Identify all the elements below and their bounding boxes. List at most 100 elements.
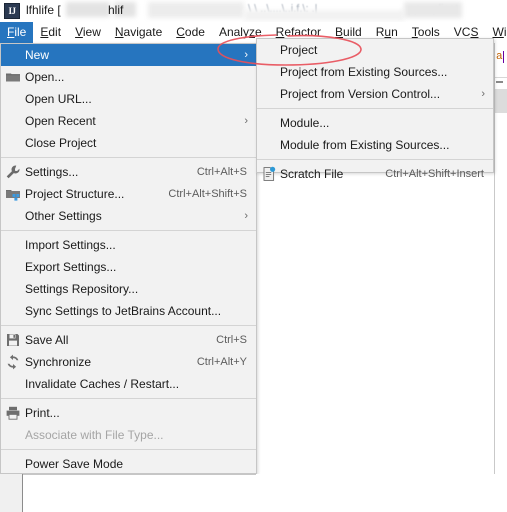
menu-item-label: Close Project xyxy=(25,136,97,150)
window-title: lfhlife [ xyxy=(26,3,61,17)
menu-item-label: Scratch File xyxy=(280,167,344,181)
menubar-item-edit[interactable]: Edit xyxy=(33,22,68,43)
menubar-item-label: File xyxy=(7,25,27,39)
folder-icon xyxy=(5,69,21,85)
redaction-block xyxy=(66,2,110,17)
menu-item-shortcut: Ctrl+S xyxy=(216,334,247,346)
menu-item-label: New xyxy=(25,48,50,62)
submenu-item-project-from-existing-sources[interactable]: Project from Existing Sources... xyxy=(257,61,493,83)
menu-item-invalidate-caches-restart[interactable]: Invalidate Caches / Restart... xyxy=(1,373,256,395)
title-bar: IJ lfhlife [ \ \ ..\....\..i.f.\: .| pp.… xyxy=(0,0,507,23)
wrench-icon xyxy=(5,164,21,180)
menu-item-open-url[interactable]: Open URL... xyxy=(1,88,256,110)
menu-item-power-save-mode[interactable]: Power Save Mode xyxy=(1,453,256,475)
intellij-idea-icon: IJ xyxy=(4,3,20,19)
menu-item-label: Project from Existing Sources... xyxy=(280,65,448,79)
menu-separator xyxy=(1,230,256,231)
menu-item-other-settings[interactable]: Other Settings › xyxy=(1,205,256,227)
editor-gutter xyxy=(0,474,23,512)
menu-item-label: Module from Existing Sources... xyxy=(280,138,450,152)
menubar-item-label: Navigate xyxy=(114,25,163,39)
menu-item-export-settings[interactable]: Export Settings... xyxy=(1,256,256,278)
menu-item-sync-settings-to-jetbrains-account[interactable]: Sync Settings to JetBrains Account... xyxy=(1,300,256,322)
synchronize-icon xyxy=(5,354,21,370)
redaction-block xyxy=(244,10,404,21)
menu-item-close-project[interactable]: Close Project xyxy=(1,132,256,154)
menu-separator xyxy=(1,449,256,450)
menubar-item-label: Tools xyxy=(411,25,440,39)
file-menu-dropdown[interactable]: New › Open... Open URL... Open Recent › Close … xyxy=(0,43,257,500)
app-icon-text: IJ xyxy=(8,6,16,16)
new-submenu-dropdown[interactable]: Project Project from Existing Sources... P… xyxy=(256,38,494,181)
menubar-item-label: View xyxy=(75,25,101,39)
editor-code-fragment: a xyxy=(496,51,503,63)
menu-item-synchronize[interactable]: Synchronize Ctrl+Alt+Y xyxy=(1,351,256,373)
menu-item-import-settings[interactable]: Import Settings... xyxy=(1,234,256,256)
menubar-item-navigate[interactable]: Navigate xyxy=(108,22,169,43)
intellij-window: IJ lfhlife [ \ \ ..\....\..i.f.\: .| pp.… xyxy=(0,0,507,512)
menu-item-label: Settings... xyxy=(25,165,79,179)
menu-item-label: Print... xyxy=(25,406,60,420)
chevron-right-icon: › xyxy=(481,88,485,100)
menubar-item-label: Refactor xyxy=(275,25,322,39)
menu-item-project-structure[interactable]: Project Structure... Ctrl+Alt+Shift+S xyxy=(1,183,256,205)
menubar-item-label: Window xyxy=(492,25,507,39)
printer-icon xyxy=(5,405,21,421)
menubar-item-label: Code xyxy=(176,25,205,39)
submenu-item-module[interactable]: Module... xyxy=(257,112,493,134)
menu-item-label: Settings Repository... xyxy=(25,282,139,296)
window-title-fragment: hlif xyxy=(108,3,124,17)
menu-item-open[interactable]: Open... xyxy=(1,66,256,88)
menu-item-label: Module... xyxy=(280,116,330,130)
menu-item-print[interactable]: Print... xyxy=(1,402,256,424)
menu-item-associate-with-file-type: Associate with File Type... xyxy=(1,424,256,446)
chevron-right-icon: › xyxy=(244,210,248,222)
menu-item-new[interactable]: New › xyxy=(1,44,256,66)
menu-item-shortcut: Ctrl+Alt+Shift+Insert xyxy=(385,168,484,180)
editor-selection-block xyxy=(495,89,507,113)
menubar-item-label: Analyze xyxy=(218,25,262,39)
menu-item-label: Open Recent xyxy=(25,114,96,128)
submenu-item-project[interactable]: Project xyxy=(257,39,493,61)
chevron-right-icon: › xyxy=(244,49,248,61)
menubar-item-file[interactable]: File xyxy=(0,22,34,43)
menubar-item-code[interactable]: Code xyxy=(169,22,212,43)
menu-item-settings[interactable]: Settings... Ctrl+Alt+S xyxy=(1,161,256,183)
menu-item-label: Project from Version Control... xyxy=(280,87,441,101)
menu-item-label: Open URL... xyxy=(25,92,92,106)
menu-separator xyxy=(257,159,493,160)
menu-item-label: Project xyxy=(280,43,318,57)
menubar-item-label: Run xyxy=(375,25,398,39)
menu-item-label: Save All xyxy=(25,333,69,347)
menu-item-label: Import Settings... xyxy=(25,238,116,252)
menu-separator xyxy=(1,398,256,399)
menu-item-label: Project Structure... xyxy=(25,187,125,201)
editor-divider xyxy=(495,77,507,78)
submenu-item-module-from-existing-sources[interactable]: Module from Existing Sources... xyxy=(257,134,493,156)
menubar-item-label: Edit xyxy=(40,25,62,39)
redaction-block xyxy=(404,2,462,18)
menu-separator xyxy=(1,325,256,326)
editor-marker xyxy=(496,81,503,83)
submenu-item-scratch-file[interactable]: Scratch File Ctrl+Alt+Shift+Insert xyxy=(257,163,493,185)
chevron-right-icon: › xyxy=(244,115,248,127)
submenu-item-project-from-version-control[interactable]: Project from Version Control... › xyxy=(257,83,493,105)
menu-item-open-recent[interactable]: Open Recent › xyxy=(1,110,256,132)
menubar-item-view[interactable]: View xyxy=(68,22,108,43)
menu-separator xyxy=(1,157,256,158)
project-structure-icon xyxy=(5,186,21,202)
editor-caret xyxy=(503,51,504,63)
menu-item-save-all[interactable]: Save All Ctrl+S xyxy=(1,329,256,351)
menu-item-shortcut: Ctrl+Alt+Y xyxy=(196,356,247,368)
menu-item-label: Open... xyxy=(25,70,65,84)
menu-item-settings-repository[interactable]: Settings Repository... xyxy=(1,278,256,300)
menu-item-label: Export Settings... xyxy=(25,260,117,274)
background-editor: a xyxy=(494,43,507,474)
editor-area xyxy=(0,474,507,512)
menu-item-label: Power Save Mode xyxy=(25,457,124,471)
redaction-block xyxy=(148,2,244,18)
menu-item-shortcut: Ctrl+Alt+S xyxy=(196,166,247,178)
menu-item-label: Associate with File Type... xyxy=(25,428,164,442)
menu-item-label: Other Settings xyxy=(25,209,102,223)
menu-item-shortcut: Ctrl+Alt+Shift+S xyxy=(168,188,247,200)
